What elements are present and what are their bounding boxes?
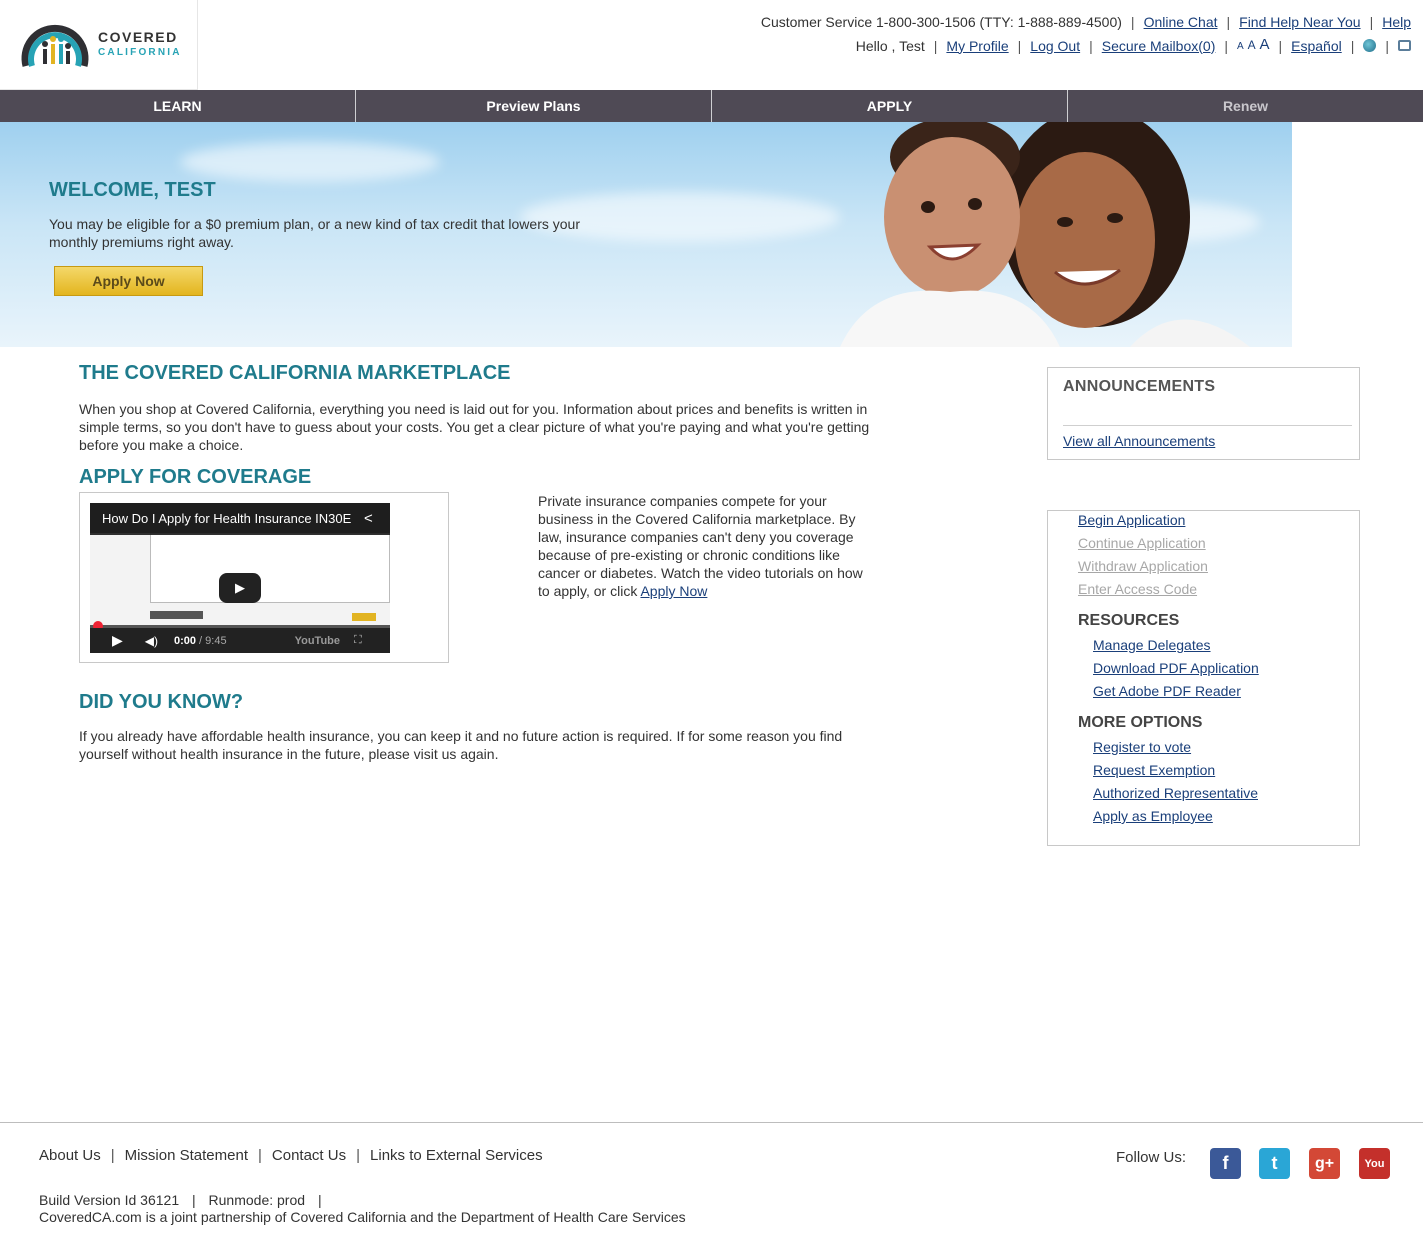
did-you-know-title: DID YOU KNOW? — [79, 691, 244, 713]
my-profile-link[interactable]: My Profile — [946, 35, 1008, 57]
contact-us-link[interactable]: Contact Us — [272, 1147, 346, 1164]
mission-statement-link[interactable]: Mission Statement — [125, 1147, 248, 1164]
play-button-icon[interactable]: ▶ — [219, 573, 261, 603]
globe-icon[interactable] — [1363, 39, 1377, 52]
about-us-link[interactable]: About Us — [39, 1147, 101, 1164]
text-size-medium[interactable]: A — [1248, 38, 1256, 52]
play-icon[interactable]: ▶ — [112, 632, 123, 649]
mother-and-child-photo — [840, 122, 1250, 347]
marketplace-text: When you shop at Covered California, eve… — [79, 401, 870, 453]
video-container: How Do I Apply for Health Insurance IN30… — [79, 492, 449, 663]
apply-as-employee-link[interactable]: Apply as Employee — [1093, 808, 1213, 824]
text-size-large[interactable]: A — [1259, 36, 1269, 53]
facebook-icon[interactable]: f — [1210, 1148, 1241, 1179]
video-title: How Do I Apply for Health Insurance IN30… — [90, 503, 390, 535]
nav-apply[interactable]: APPLY — [712, 90, 1068, 122]
text-size-controls: A A A — [1237, 33, 1269, 58]
online-chat-link[interactable]: Online Chat — [1144, 11, 1218, 33]
follow-us-label: Follow Us: — [1116, 1149, 1187, 1166]
nav-preview-plans[interactable]: Preview Plans — [356, 90, 712, 122]
greeting-text: Hello , Test — [855, 37, 925, 54]
application-links-panel: Begin Application Continue Application W… — [1047, 510, 1360, 846]
youtube-video-player[interactable]: How Do I Apply for Health Insurance IN30… — [90, 503, 390, 653]
did-you-know-text: If you already have affordable health in… — [79, 728, 843, 762]
footer-divider — [0, 1122, 1423, 1123]
partnership-text: CoveredCA.com is a joint partnership of … — [39, 1209, 686, 1225]
more-options-title: MORE OPTIONS — [1078, 714, 1203, 731]
authorized-representative-link[interactable]: Authorized Representative — [1093, 785, 1258, 801]
announcements-panel: ANNOUNCEMENTS View all Announcements — [1047, 367, 1360, 460]
logo-text-covered: COVERED — [98, 28, 178, 45]
share-icon[interactable]: < — [364, 510, 373, 527]
welcome-banner: WELCOME, TEST You may be eligible for a … — [0, 122, 1292, 347]
apply-for-coverage-title: APPLY FOR COVERAGE — [79, 466, 312, 488]
logo-arc-icon — [18, 12, 92, 78]
welcome-text: You may be eligible for a $0 premium pla… — [49, 216, 580, 250]
video-title-text: How Do I Apply for Health Insurance IN30… — [102, 511, 352, 526]
main-navigation: LEARN Preview Plans APPLY Renew — [0, 90, 1423, 122]
google-plus-icon[interactable]: g+ — [1309, 1148, 1340, 1179]
get-adobe-pdf-reader-link[interactable]: Get Adobe PDF Reader — [1093, 683, 1241, 699]
apply-now-link[interactable]: Apply Now — [640, 583, 707, 599]
external-services-link[interactable]: Links to External Services — [370, 1147, 543, 1164]
utility-bar: Customer Service 1-800-300-1506 (TTY: 1-… — [761, 11, 1411, 58]
covered-california-logo[interactable]: COVERED CALIFORNIA — [0, 0, 198, 90]
volume-icon[interactable]: ◀) — [145, 634, 158, 648]
register-to-vote-link[interactable]: Register to vote — [1093, 739, 1191, 755]
espanol-link[interactable]: Español — [1291, 35, 1342, 57]
youtube-icon[interactable]: You — [1359, 1148, 1390, 1179]
fullscreen-icon[interactable]: ⛶ — [354, 634, 362, 647]
build-info: Build Version Id 36121 | Runmode: prod |… — [39, 1192, 686, 1225]
find-help-link[interactable]: Find Help Near You — [1239, 11, 1360, 33]
main-content: THE COVERED CALIFORNIA MARKETPLACE When … — [79, 362, 899, 489]
runmode: Runmode: prod — [208, 1192, 306, 1208]
video-current-time: 0:00 — [174, 634, 197, 647]
continue-application-link: Continue Application — [1078, 535, 1206, 551]
nav-learn[interactable]: LEARN — [0, 90, 356, 122]
youtube-logo[interactable]: YouTube — [295, 635, 340, 647]
twitter-icon[interactable]: t — [1259, 1148, 1290, 1179]
apply-now-button[interactable]: Apply Now — [54, 266, 203, 296]
logo-text-california: CALIFORNIA — [98, 46, 182, 58]
footer-links: About Us | Mission Statement | Contact U… — [39, 1147, 543, 1164]
marketplace-title: THE COVERED CALIFORNIA MARKETPLACE — [79, 362, 511, 384]
help-link[interactable]: Help — [1382, 11, 1411, 33]
secure-mailbox-link[interactable]: Secure Mailbox(0) — [1102, 35, 1216, 57]
enter-access-code-link: Enter Access Code — [1078, 581, 1198, 597]
welcome-title: WELCOME, TEST — [49, 179, 216, 201]
printer-icon[interactable] — [1398, 40, 1411, 51]
build-version: Build Version Id 36121 — [39, 1192, 180, 1208]
download-pdf-application-link[interactable]: Download PDF Application — [1093, 660, 1259, 676]
withdraw-application-link: Withdraw Application — [1078, 558, 1208, 574]
resources-title: RESOURCES — [1078, 612, 1180, 629]
manage-delegates-link[interactable]: Manage Delegates — [1093, 637, 1211, 653]
announcements-title: ANNOUNCEMENTS — [1063, 378, 1216, 395]
text-size-small[interactable]: A — [1237, 41, 1244, 52]
nav-renew[interactable]: Renew — [1068, 90, 1423, 122]
customer-service-text: Customer Service 1-800-300-1506 (TTY: 1-… — [760, 14, 1122, 30]
apply-coverage-text: Private insurance companies compete for … — [538, 492, 868, 600]
video-controls: ▶ ◀) 0:00 / 9:45 YouTube ⛶ — [90, 628, 390, 653]
view-all-announcements-link[interactable]: View all Announcements — [1063, 433, 1215, 449]
begin-application-link[interactable]: Begin Application — [1078, 512, 1185, 528]
log-out-link[interactable]: Log Out — [1030, 35, 1080, 57]
video-duration: / 9:45 — [199, 634, 227, 647]
request-exemption-link[interactable]: Request Exemption — [1093, 762, 1215, 778]
